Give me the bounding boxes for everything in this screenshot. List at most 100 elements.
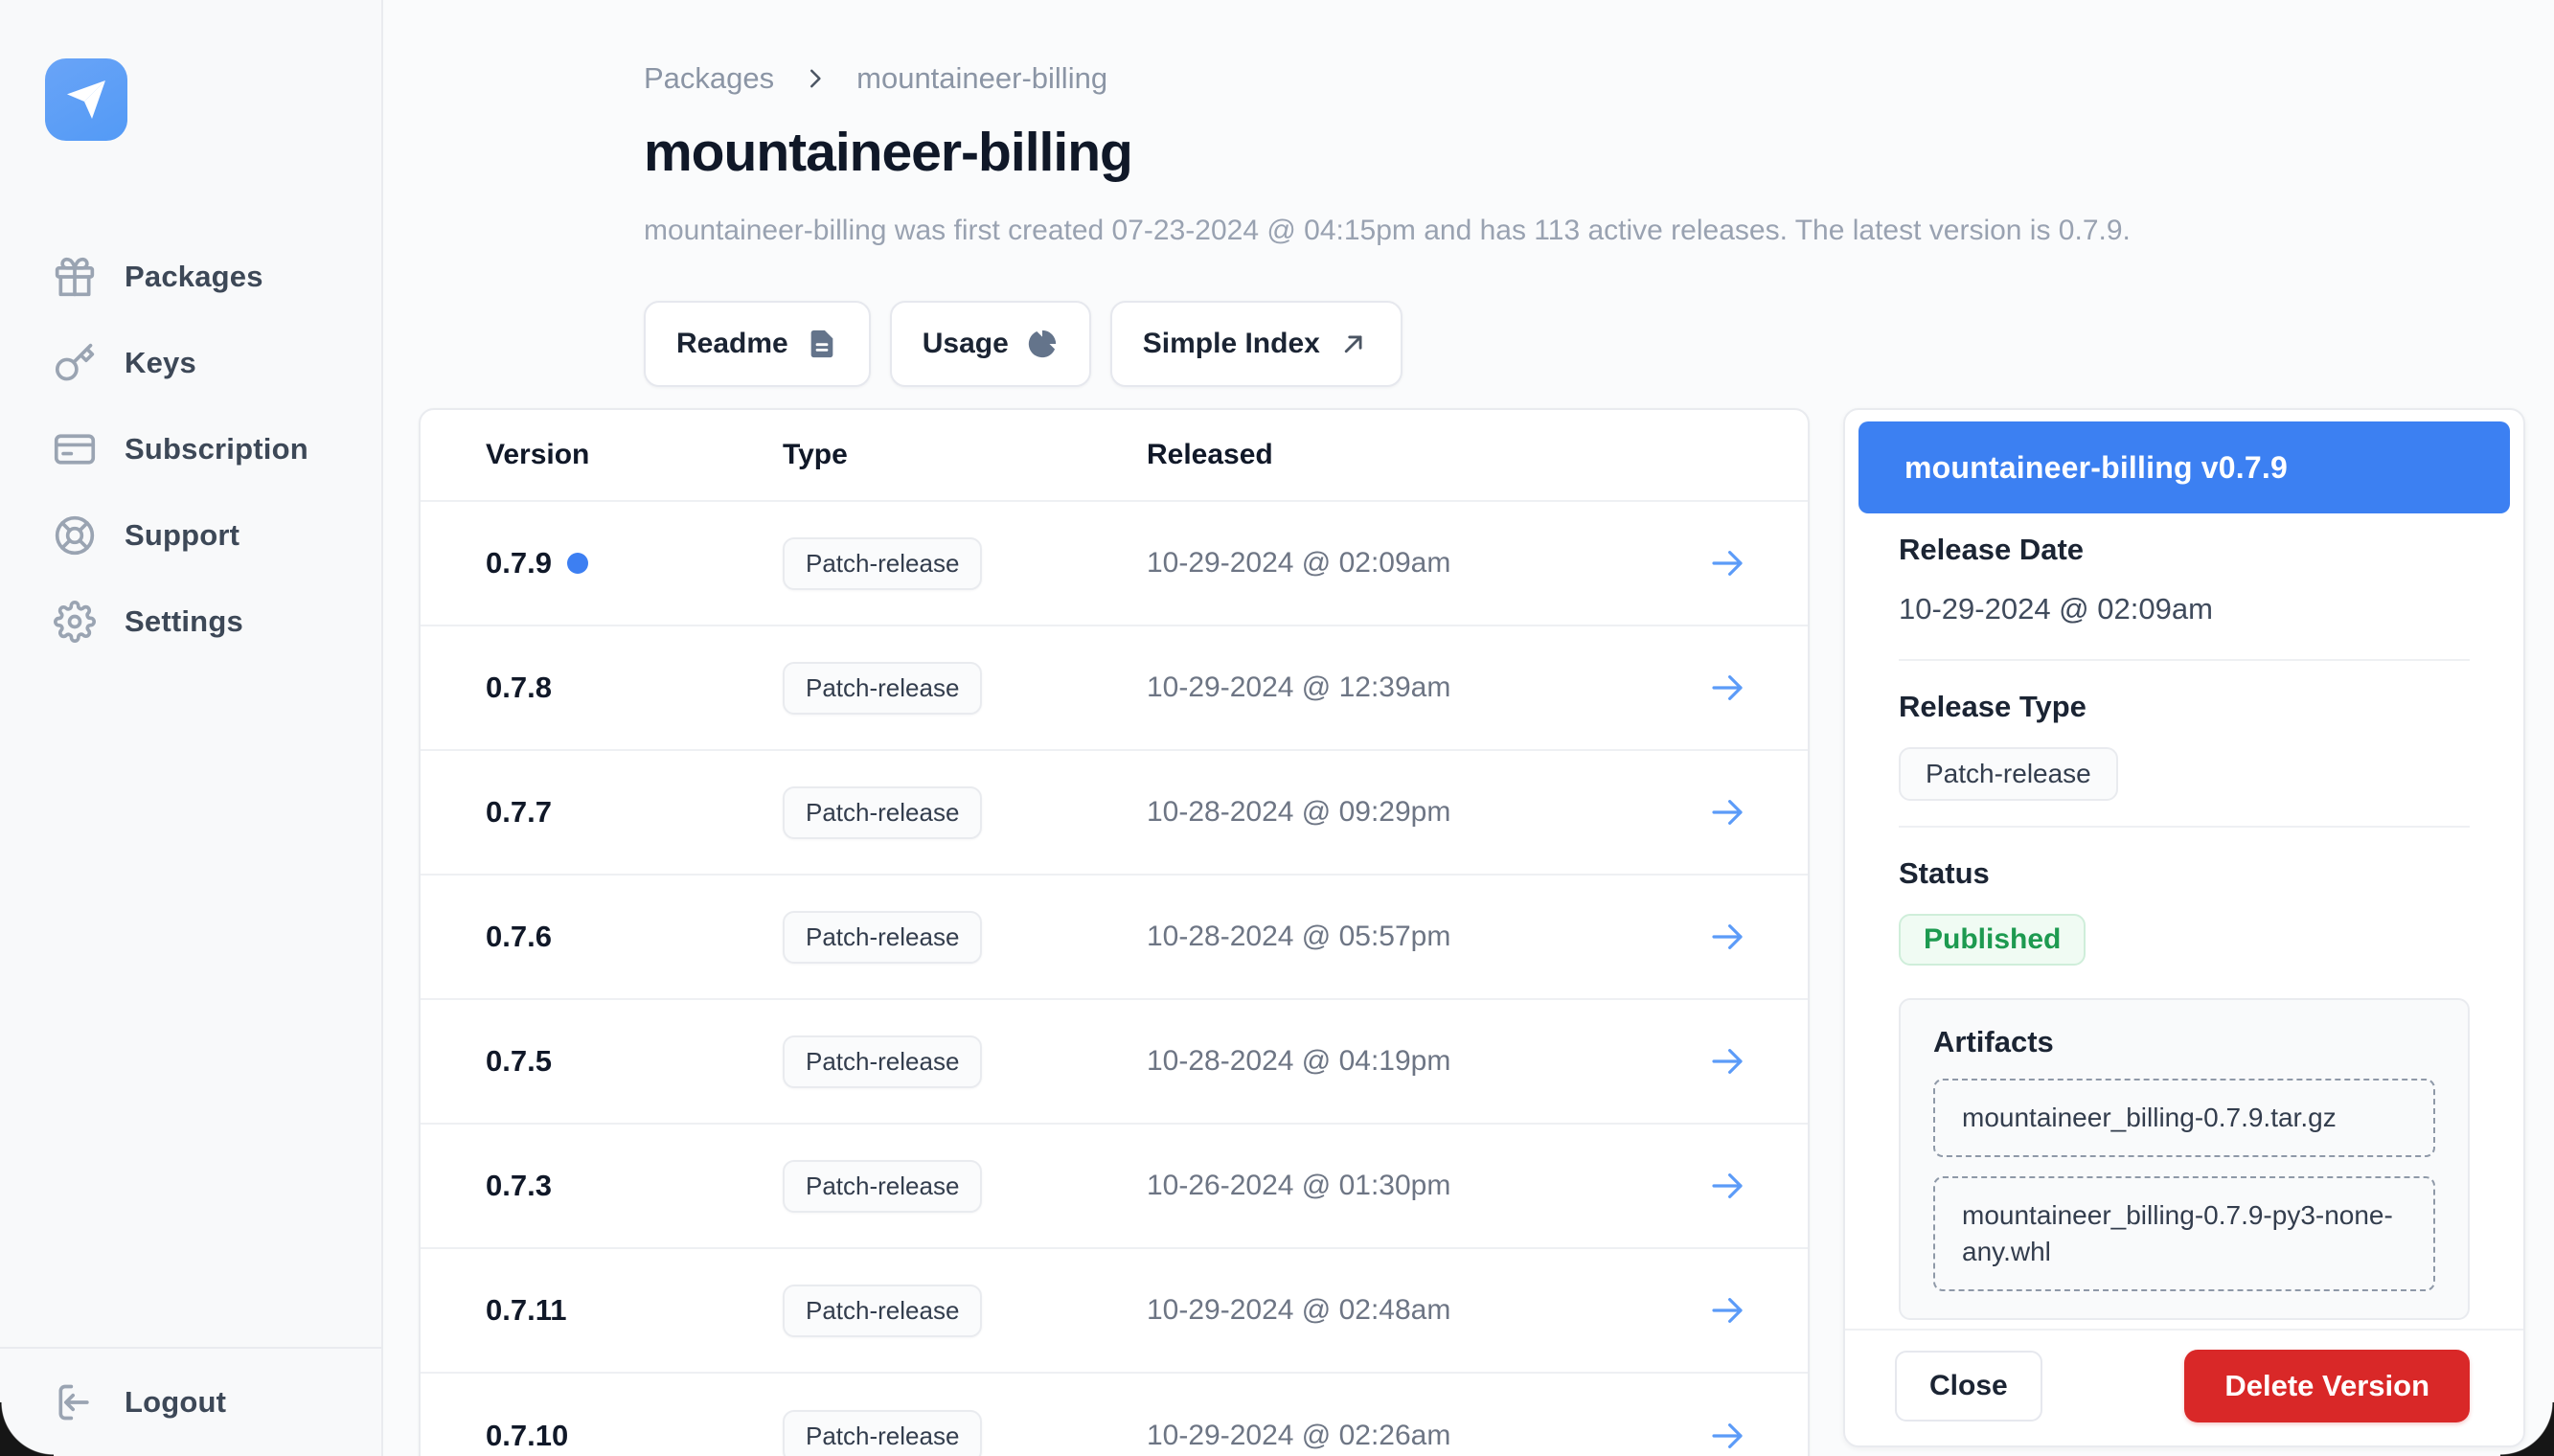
version-cell: 0.7.3 — [486, 1169, 552, 1203]
sidebar-item-label: Settings — [125, 604, 243, 639]
release-type-badge: Patch-release — [783, 911, 982, 964]
released-cell: 10-28-2024 @ 04:19pm — [1147, 1045, 1689, 1078]
sidebar-item-label: Support — [125, 518, 239, 553]
release-type-label: Release Type — [1899, 690, 2470, 724]
version-cell: 0.7.6 — [486, 920, 552, 954]
close-button[interactable]: Close — [1895, 1351, 2042, 1422]
readme-button[interactable]: Readme — [644, 301, 871, 387]
sidebar-item-label: Subscription — [125, 432, 308, 466]
main-content: Packages mountaineer-billing mountaineer… — [383, 0, 2554, 1456]
released-cell: 10-29-2024 @ 02:48am — [1147, 1294, 1689, 1327]
arrow-right-icon[interactable] — [1689, 1166, 1766, 1206]
release-type-badge: Patch-release — [783, 537, 982, 590]
version-cell: 0.7.8 — [486, 671, 552, 705]
table-row[interactable]: 0.7.5 Patch-release 10-28-2024 @ 04:19pm — [421, 1000, 1808, 1125]
latest-version-dot — [567, 553, 588, 574]
chevron-right-icon — [801, 64, 830, 93]
released-cell: 10-28-2024 @ 09:29pm — [1147, 796, 1689, 829]
arrow-right-icon[interactable] — [1689, 1416, 1766, 1456]
release-type-badge: Patch-release — [783, 662, 982, 715]
release-type-badge: Patch-release — [783, 786, 982, 839]
screen-corner-right — [2500, 1402, 2554, 1456]
sidebar-item-packages[interactable]: Packages — [0, 234, 381, 320]
table-row[interactable]: 0.7.10 Patch-release 10-29-2024 @ 02:26a… — [421, 1374, 1808, 1456]
table-row[interactable]: 0.7.6 Patch-release 10-28-2024 @ 05:57pm — [421, 876, 1808, 1000]
release-type-badge: Patch-release — [783, 1285, 982, 1337]
sidebar-nav: Packages Keys Subscription Support — [0, 234, 381, 665]
divider — [1899, 826, 2470, 828]
app-logo[interactable] — [45, 58, 127, 141]
sidebar-item-label: Packages — [125, 260, 263, 294]
release-type-badge: Patch-release — [1899, 747, 2118, 801]
pie-chart-icon — [1026, 328, 1059, 360]
sidebar-item-subscription[interactable]: Subscription — [0, 406, 381, 492]
life-buoy-icon — [54, 514, 96, 557]
simple-index-button-label: Simple Index — [1143, 328, 1320, 360]
usage-button-label: Usage — [923, 328, 1009, 360]
release-type-badge: Patch-release — [783, 1410, 982, 1456]
content-row: Version Type Released 0.7.9 Patch-releas… — [419, 408, 2525, 1456]
arrow-right-icon[interactable] — [1689, 917, 1766, 957]
arrow-right-icon[interactable] — [1689, 543, 1766, 583]
status-label: Status — [1899, 856, 2470, 891]
detail-panel-footer: Close Delete Version — [1845, 1329, 2523, 1445]
arrow-right-icon[interactable] — [1689, 668, 1766, 708]
simple-index-button[interactable]: Simple Index — [1110, 301, 1402, 387]
arrow-right-icon[interactable] — [1689, 1290, 1766, 1331]
artifacts-section: Artifacts mountaineer_billing-0.7.9.tar.… — [1899, 998, 2470, 1320]
sidebar-footer: Logout — [0, 1347, 381, 1456]
gift-icon — [54, 256, 96, 298]
gear-icon — [54, 601, 96, 643]
logout-label: Logout — [125, 1385, 226, 1420]
released-cell: 10-29-2024 @ 12:39am — [1147, 671, 1689, 704]
release-type-badge: Patch-release — [783, 1035, 982, 1088]
released-cell: 10-26-2024 @ 01:30pm — [1147, 1170, 1689, 1202]
sidebar-item-support[interactable]: Support — [0, 492, 381, 579]
version-cell: 0.7.10 — [486, 1419, 568, 1453]
artifact-file[interactable]: mountaineer_billing-0.7.9.tar.gz — [1933, 1079, 2435, 1157]
credit-card-icon — [54, 428, 96, 470]
released-cell: 10-29-2024 @ 02:26am — [1147, 1420, 1689, 1452]
screen-corner-left — [0, 1402, 54, 1456]
document-icon — [806, 328, 838, 360]
breadcrumb-packages[interactable]: Packages — [644, 61, 774, 96]
sidebar: Packages Keys Subscription Support — [0, 0, 383, 1456]
version-cell: 0.7.11 — [486, 1293, 566, 1328]
release-type-badge: Patch-release — [783, 1160, 982, 1213]
page-title: mountaineer-billing — [644, 121, 2525, 184]
page-header: Packages mountaineer-billing mountaineer… — [644, 59, 2525, 387]
sidebar-item-keys[interactable]: Keys — [0, 320, 381, 406]
versions-table: Version Type Released 0.7.9 Patch-releas… — [419, 408, 1810, 1456]
table-row[interactable]: 0.7.9 Patch-release 10-29-2024 @ 02:09am — [421, 502, 1808, 626]
released-cell: 10-29-2024 @ 02:09am — [1147, 547, 1689, 580]
version-detail-panel: mountaineer-billing v0.7.9 Release Date … — [1843, 408, 2525, 1447]
table-row[interactable]: 0.7.3 Patch-release 10-26-2024 @ 01:30pm — [421, 1125, 1808, 1249]
artifacts-label: Artifacts — [1933, 1025, 2435, 1059]
arrow-right-icon[interactable] — [1689, 1041, 1766, 1081]
column-header-released: Released — [1147, 439, 1689, 471]
action-buttons: Readme Usage Simple Index — [644, 301, 2525, 387]
package-description: mountaineer-billing was first created 07… — [644, 213, 2525, 249]
column-header-version: Version — [486, 439, 783, 471]
detail-panel-body: Release Date 10-29-2024 @ 02:09am Releas… — [1845, 513, 2523, 1329]
status-badge: Published — [1899, 914, 2086, 966]
breadcrumb-current: mountaineer-billing — [856, 61, 1107, 96]
readme-button-label: Readme — [676, 328, 788, 360]
column-header-type: Type — [783, 439, 1147, 471]
sidebar-item-settings[interactable]: Settings — [0, 579, 381, 665]
version-cell: 0.7.9 — [486, 546, 552, 580]
table-header-row: Version Type Released — [421, 410, 1808, 502]
arrow-right-icon[interactable] — [1689, 792, 1766, 832]
table-row[interactable]: 0.7.8 Patch-release 10-29-2024 @ 12:39am — [421, 626, 1808, 751]
logout-icon — [54, 1381, 96, 1423]
external-link-icon — [1337, 328, 1370, 360]
table-row[interactable]: 0.7.7 Patch-release 10-28-2024 @ 09:29pm — [421, 751, 1808, 876]
sidebar-item-label: Keys — [125, 346, 196, 380]
table-row[interactable]: 0.7.11 Patch-release 10-29-2024 @ 02:48a… — [421, 1249, 1808, 1374]
released-cell: 10-28-2024 @ 05:57pm — [1147, 921, 1689, 953]
version-cell: 0.7.5 — [486, 1044, 552, 1079]
release-date-label: Release Date — [1899, 533, 2470, 567]
usage-button[interactable]: Usage — [890, 301, 1091, 387]
delete-version-button[interactable]: Delete Version — [2184, 1350, 2470, 1422]
artifact-file[interactable]: mountaineer_billing-0.7.9-py3-none-any.w… — [1933, 1176, 2435, 1291]
